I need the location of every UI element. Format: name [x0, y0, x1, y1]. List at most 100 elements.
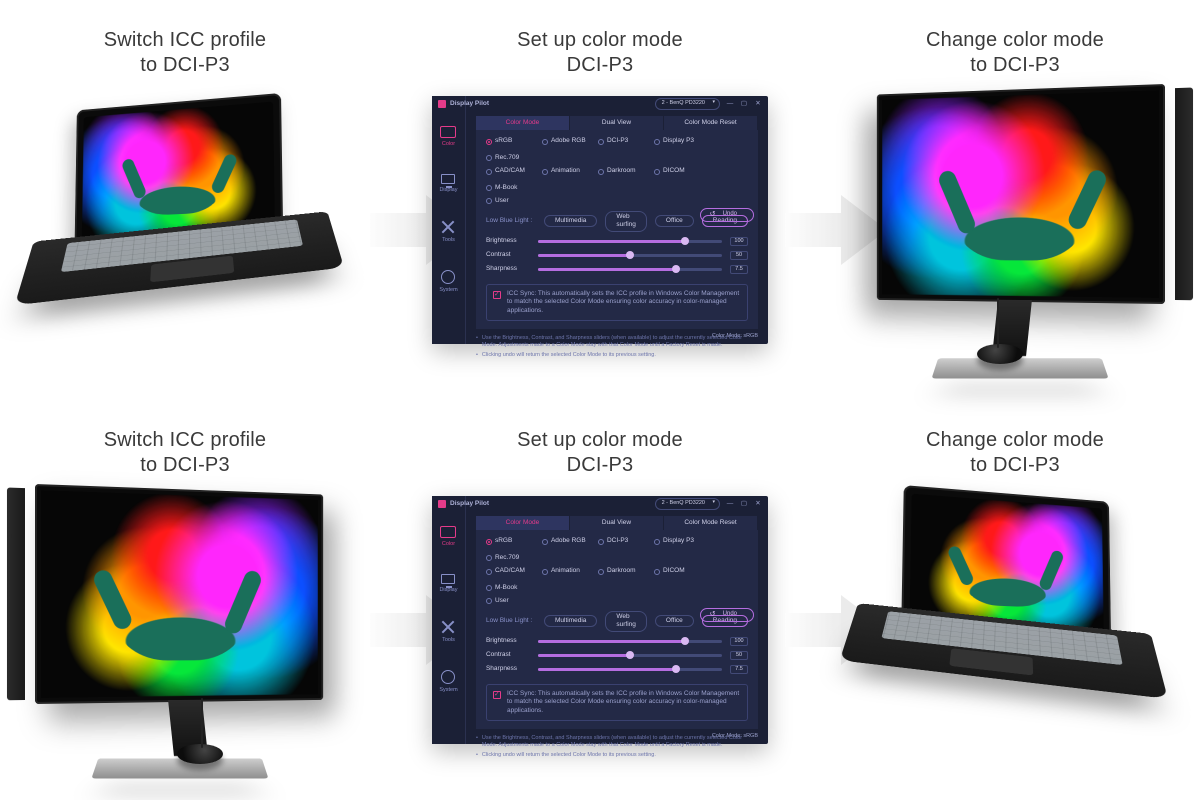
color-splash-art [41, 490, 318, 698]
brightness-slider[interactable] [538, 640, 722, 643]
mode-display-p3[interactable]: Display P3 [654, 137, 702, 145]
mode-label: DICOM [663, 167, 685, 175]
footer-current-mode: Color Mode: sRGB [712, 733, 758, 740]
mode-user[interactable]: User [486, 197, 534, 205]
mode-label: CAD/CAM [495, 167, 525, 175]
caption-line: Switch ICC profile [104, 429, 267, 451]
mode-label: Adobe RGB [551, 137, 586, 145]
sidebar-item-color[interactable]: Color [440, 526, 456, 548]
mode-label: Adobe RGB [551, 537, 586, 545]
sidebar-item-tools[interactable]: Tools [441, 220, 455, 244]
mode-mbook[interactable]: M-Book [486, 584, 534, 592]
sidebar-item-display[interactable]: Display [439, 174, 457, 194]
monitor-screen [877, 84, 1165, 304]
tab-color-mode-reset[interactable]: Color Mode Reset [664, 116, 758, 130]
monitor-device [845, 84, 1185, 400]
mode-cadcam[interactable]: CAD/CAM [486, 567, 534, 575]
radio-icon [486, 539, 492, 545]
lbl-multimedia[interactable]: Multimedia [544, 615, 597, 627]
hotkey-puck [977, 344, 1023, 364]
monitor-stand-base [91, 758, 268, 778]
sidebar-item-color[interactable]: Color [440, 126, 456, 148]
caption-line: DCI-P3 [567, 54, 634, 76]
sidebar-item-tools[interactable]: Tools [441, 620, 455, 644]
gear-icon [441, 670, 455, 684]
mode-dicom[interactable]: DICOM [654, 567, 702, 575]
radio-icon [486, 569, 492, 575]
undo-button[interactable]: Undo [700, 208, 754, 222]
sharpness-slider[interactable] [538, 668, 722, 671]
mode-label: Animation [551, 567, 580, 575]
mode-darkroom[interactable]: Darkroom [598, 167, 646, 175]
sharpness-row: Sharpness 7.5 [486, 665, 748, 674]
mode-label: DICOM [663, 567, 685, 575]
contrast-slider[interactable] [538, 254, 722, 257]
sidebar-item-system[interactable]: System [439, 670, 457, 694]
mode-mbook[interactable]: M-Book [486, 184, 534, 192]
icc-sync-checkbox[interactable] [493, 691, 501, 699]
lbl-web-surfing[interactable]: Web surfing [605, 211, 647, 232]
mode-rec709[interactable]: Rec.709 [486, 554, 534, 562]
arrow-gap [370, 400, 415, 800]
mode-adobe-rgb[interactable]: Adobe RGB [542, 137, 590, 145]
caption-line: DCI-P3 [567, 454, 634, 476]
mode-label: DCI-P3 [607, 537, 628, 545]
tab-color-mode-reset[interactable]: Color Mode Reset [664, 516, 758, 530]
cell-app: Set up color mode DCI-P3 Display Pilot 2… [415, 400, 785, 800]
mode-label: Darkroom [607, 567, 636, 575]
sharpness-slider[interactable] [538, 268, 722, 271]
app-main: Color Mode Dual View Color Mode Reset sR… [466, 496, 768, 744]
mode-sRGB[interactable]: sRGB [486, 537, 534, 545]
mode-label: Animation [551, 167, 580, 175]
tab-dual-view[interactable]: Dual View [570, 516, 664, 530]
mode-rec709[interactable]: Rec.709 [486, 154, 534, 162]
radio-icon [654, 539, 660, 545]
monitor-side [1175, 87, 1193, 300]
mode-animation[interactable]: Animation [542, 167, 590, 175]
app-logo-icon [438, 500, 446, 508]
mode-dicom[interactable]: DICOM [654, 167, 702, 175]
mode-darkroom[interactable]: Darkroom [598, 567, 646, 575]
icc-sync-checkbox[interactable] [493, 291, 501, 299]
app-logo-icon [438, 100, 446, 108]
display-icon [441, 174, 455, 184]
mode-cadcam[interactable]: CAD/CAM [486, 167, 534, 175]
flow-arrow-icon [785, 595, 830, 665]
tab-color-mode[interactable]: Color Mode [476, 516, 570, 530]
mode-adobe-rgb[interactable]: Adobe RGB [542, 537, 590, 545]
lbl-office[interactable]: Office [655, 615, 694, 627]
mode-dci-p3[interactable]: DCI-P3 [598, 137, 646, 145]
caption-line: to DCI-P3 [970, 454, 1060, 476]
undo-button[interactable]: Undo [700, 608, 754, 622]
brightness-slider[interactable] [538, 240, 722, 243]
sidebar-item-system[interactable]: System [439, 270, 457, 294]
mode-sRGB[interactable]: sRGB [486, 137, 534, 145]
tab-dual-view[interactable]: Dual View [570, 116, 664, 130]
sidebar-item-display[interactable]: Display [439, 574, 457, 594]
radio-icon [542, 539, 548, 545]
radio-icon [598, 539, 604, 545]
tools-icon [441, 220, 455, 234]
sidebar-label: Display [439, 587, 457, 594]
radio-icon [542, 569, 548, 575]
lbl-web-surfing[interactable]: Web surfing [605, 611, 647, 632]
radio-icon [542, 169, 548, 175]
monitor-side [7, 487, 25, 700]
icc-sync-box: ICC Sync: This automatically sets the IC… [486, 684, 748, 721]
display-pilot-window: Display Pilot 2 - BenQ PD3220 — ▢ ✕ Colo… [432, 96, 768, 344]
monitor-stand-base [932, 358, 1109, 378]
lbl-multimedia[interactable]: Multimedia [544, 215, 597, 227]
tab-color-mode[interactable]: Color Mode [476, 116, 570, 130]
contrast-slider[interactable] [538, 654, 722, 657]
lbl-office[interactable]: Office [655, 215, 694, 227]
mode-dci-p3[interactable]: DCI-P3 [598, 537, 646, 545]
cell-app: Set up color mode DCI-P3 Display Pilot 2… [415, 0, 785, 400]
flow-row-2: Switch ICC profile to DCI-P3 Set up colo… [0, 400, 1200, 800]
radio-icon [654, 139, 660, 145]
arrow-gap [785, 0, 830, 400]
mode-animation[interactable]: Animation [542, 567, 590, 575]
mode-display-p3[interactable]: Display P3 [654, 537, 702, 545]
mode-user[interactable]: User [486, 597, 534, 605]
caption-line: Set up color mode [517, 29, 683, 51]
caption-left: Switch ICC profile to DCI-P3 [104, 28, 267, 78]
